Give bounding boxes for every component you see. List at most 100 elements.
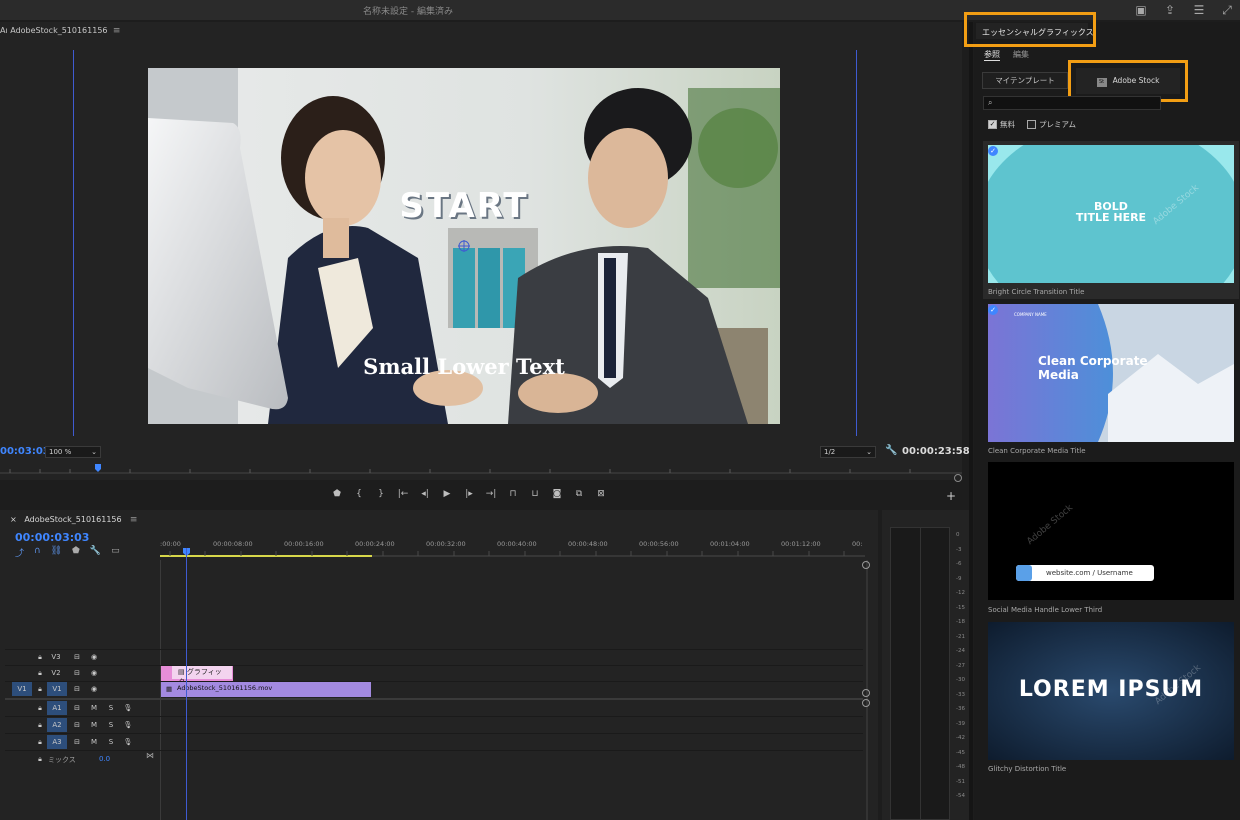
- sequence-timecode[interactable]: 00:00:03:03: [15, 531, 89, 544]
- adobe-stock-button[interactable]: St Adobe Stock: [1076, 68, 1180, 94]
- share-icon[interactable]: ⇪: [1162, 2, 1178, 18]
- scroll-handle-bottom[interactable]: [862, 699, 870, 707]
- tab-menu-icon[interactable]: ≡: [124, 515, 138, 525]
- insert-nest-icon[interactable]: ⤴: [15, 546, 24, 559]
- sync-lock-icon[interactable]: ⊟: [70, 666, 84, 680]
- tab-browse[interactable]: 参照: [984, 49, 1000, 61]
- eye-icon[interactable]: ◉: [87, 650, 101, 664]
- mute-button[interactable]: M: [87, 735, 101, 749]
- lock-icon[interactable]: 🔒︎: [33, 752, 47, 766]
- fullscreen-icon[interactable]: ⤢: [1219, 2, 1235, 18]
- resolution-select[interactable]: 1/2 ⌄: [820, 446, 876, 458]
- close-icon[interactable]: ×: [10, 515, 22, 524]
- snap-magnet-icon[interactable]: ∩: [34, 546, 41, 559]
- mix-expand-icon[interactable]: ⋈: [146, 751, 154, 760]
- step-forward-icon[interactable]: |▸: [462, 488, 476, 500]
- meter-scale-label: -42: [956, 735, 965, 741]
- lock-icon[interactable]: 🔒︎: [33, 735, 47, 749]
- solo-button[interactable]: S: [104, 701, 118, 715]
- lock-icon[interactable]: 🔒︎: [33, 666, 47, 680]
- microphone-icon[interactable]: 🎙︎: [121, 735, 135, 749]
- sequence-tab[interactable]: × AdobeStock_510161156 ≡: [10, 515, 137, 525]
- track-label-v3[interactable]: V3: [49, 650, 63, 664]
- extract-icon[interactable]: ⊔: [528, 488, 542, 500]
- panel-menu-icon[interactable]: ☰: [1191, 2, 1207, 18]
- source-patch-v1[interactable]: V1: [12, 682, 32, 696]
- filter-premium[interactable]: プレミアム: [1027, 119, 1076, 130]
- add-button-icon[interactable]: +: [946, 489, 956, 503]
- monitor-scrub-ruler[interactable]: [0, 464, 962, 474]
- ruler-tick: :00:00: [160, 540, 181, 548]
- template-thumbnail[interactable]: BOLD TITLE HERE: [988, 145, 1234, 283]
- vr-icon[interactable]: ⊠: [594, 488, 608, 500]
- lock-icon[interactable]: 🔒︎: [33, 650, 47, 664]
- settings-wrench-icon[interactable]: 🔧: [90, 546, 101, 559]
- meter-scale-label: 0: [956, 532, 960, 538]
- export-frame-icon[interactable]: ◙: [550, 488, 564, 500]
- filter-free[interactable]: ✓ 無料: [988, 119, 1015, 130]
- sync-lock-icon[interactable]: ⊟: [70, 718, 84, 732]
- template-thumbnail[interactable]: website.com / Username: [988, 462, 1234, 600]
- tab-menu-icon[interactable]: ≡: [110, 26, 121, 36]
- template-thumbnail[interactable]: LOREM IPSUM: [988, 622, 1234, 760]
- marker-icon[interactable]: ⬟: [330, 488, 344, 500]
- microphone-icon[interactable]: 🎙︎: [121, 718, 135, 732]
- mute-button[interactable]: M: [87, 701, 101, 715]
- template-thumbnail[interactable]: Clean Corporate Media COMPANY NAME: [988, 304, 1234, 442]
- checkbox-icon[interactable]: [1027, 120, 1036, 129]
- overlay-title-text[interactable]: START: [148, 186, 780, 226]
- checkbox-checked-icon[interactable]: ✓: [988, 120, 997, 129]
- track-label-a3[interactable]: A3: [47, 735, 67, 749]
- play-icon[interactable]: ▶: [440, 488, 454, 500]
- scroll-handle-mid[interactable]: [862, 689, 870, 697]
- sync-lock-icon[interactable]: ⊟: [70, 650, 84, 664]
- track-label-a2[interactable]: A2: [47, 718, 67, 732]
- monitor-scroll-handle[interactable]: [954, 474, 962, 482]
- mark-out-icon[interactable]: }: [374, 488, 388, 500]
- eye-icon[interactable]: ◉: [87, 682, 101, 696]
- mute-button[interactable]: M: [87, 718, 101, 732]
- video-clip[interactable]: AdobeStock_510161156.mov: [161, 682, 371, 697]
- monitor-current-timecode[interactable]: 00:03:03: [0, 446, 50, 457]
- wrench-icon[interactable]: 🔧: [885, 445, 897, 456]
- solo-button[interactable]: S: [104, 735, 118, 749]
- mix-volume-value[interactable]: 0.0: [99, 755, 110, 763]
- sync-lock-icon[interactable]: ⊟: [70, 735, 84, 749]
- sync-lock-icon[interactable]: ⊟: [70, 701, 84, 715]
- graphic-clip-label[interactable]: ▤ グラフィック: [172, 666, 232, 686]
- lock-icon[interactable]: 🔒︎: [33, 718, 47, 732]
- overlay-lower-text[interactable]: Small Lower Text: [148, 354, 780, 379]
- search-input[interactable]: ⌕: [983, 96, 1161, 110]
- timeline-playhead[interactable]: [186, 548, 187, 820]
- track-label-a1[interactable]: A1: [47, 701, 67, 715]
- eye-icon[interactable]: ◉: [87, 666, 101, 680]
- captions-icon[interactable]: ▭: [111, 546, 120, 559]
- my-templates-button[interactable]: マイテンプレート: [982, 72, 1068, 89]
- lock-icon[interactable]: 🔒︎: [33, 682, 47, 696]
- add-marker-icon[interactable]: ⬟: [72, 546, 80, 559]
- lock-icon[interactable]: 🔒︎: [33, 701, 47, 715]
- track-label-v1[interactable]: V1: [47, 682, 67, 696]
- go-to-in-icon[interactable]: |←: [396, 488, 410, 500]
- solo-button[interactable]: S: [104, 718, 118, 732]
- lift-icon[interactable]: ⊓: [506, 488, 520, 500]
- mix-label: ミックス: [48, 756, 76, 764]
- thumb-title: Clean Corporate Media: [1038, 354, 1148, 382]
- mark-in-icon[interactable]: {: [352, 488, 366, 500]
- zoom-select[interactable]: 100 % ⌄: [45, 446, 101, 458]
- step-back-icon[interactable]: ◂|: [418, 488, 432, 500]
- track-label-v2[interactable]: V2: [49, 666, 63, 680]
- go-to-out-icon[interactable]: →|: [484, 488, 498, 500]
- essential-graphics-title[interactable]: エッセンシャルグラフィックス: [982, 27, 1094, 38]
- program-monitor-tab[interactable]: Aı AdobeStock_510161156 ≡: [0, 26, 120, 36]
- ruler-tick: 00:00:32:00: [426, 540, 466, 548]
- sync-lock-icon[interactable]: ⊟: [70, 682, 84, 696]
- linked-selection-icon[interactable]: ⛓: [51, 546, 62, 559]
- meter-scale-label: -45: [956, 749, 965, 756]
- microphone-icon[interactable]: 🎙︎: [121, 701, 135, 715]
- compare-icon[interactable]: ⧉: [572, 488, 586, 500]
- scroll-handle-top[interactable]: [862, 561, 870, 569]
- workspace-icon[interactable]: ▣: [1133, 2, 1149, 18]
- tab-edit[interactable]: 編集: [1013, 49, 1029, 60]
- meter-scale-label: -48: [956, 764, 965, 770]
